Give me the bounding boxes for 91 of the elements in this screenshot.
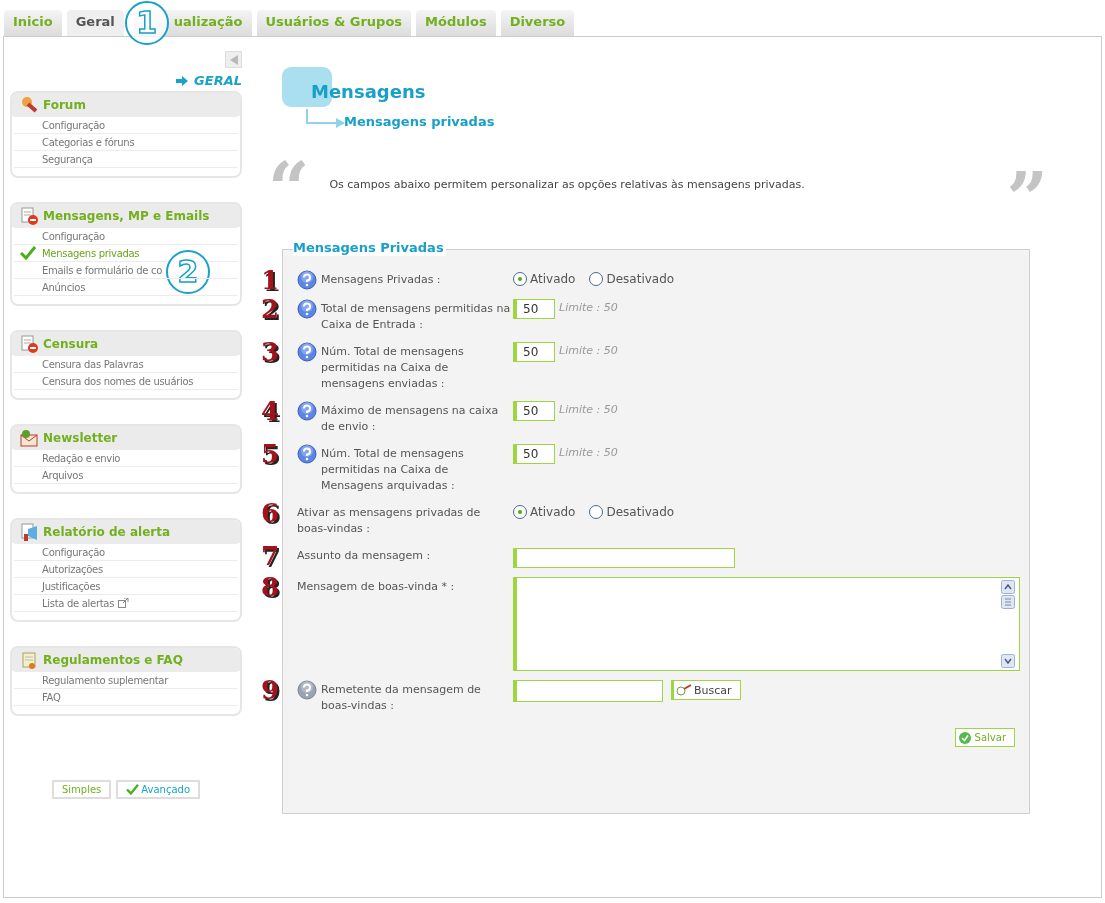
menu-link[interactable]: Censura das Palavras [42,358,144,370]
mode-button[interactable]: Simples [51,780,112,799]
step-number: 2 [261,295,280,323]
radio-button[interactable] [589,272,604,286]
radio-button[interactable] [513,272,527,286]
limit-text: Limite : 50 [559,445,618,459]
right-arrow-icon [176,75,189,86]
quote-mark: “ [268,159,310,209]
document-icon [20,334,38,353]
section-title: Regulamentos e FAQ [43,652,183,667]
menu-link[interactable]: Emails e formulário de co [42,264,162,276]
menu-link[interactable]: Censura dos nomes de usuários [42,375,194,387]
check-icon [20,246,36,260]
menu-link[interactable]: FAQ [42,691,61,703]
step-number: 4 [261,397,280,425]
field-label: Núm. Total de mensagens permitidas na Caixa de mensagens enviadas : [321,344,465,392]
field-label: Máximo de mensagens na caixa de envio : [321,403,500,435]
limit-text: Limite : 50 [559,402,618,416]
field-label: Remetente da mensagem de boas-vindas : [321,682,482,714]
step-number: 7 [261,542,280,570]
section-title: Relatório de alerta [43,524,171,539]
quote-mark: ” [1006,169,1048,219]
menu-link[interactable]: Autorizações [42,563,103,575]
wrench-icon [20,95,38,114]
check-circle-icon [958,731,971,744]
section-title: Mensagens, MP e Emails [43,208,210,223]
check-icon [126,784,140,795]
text-field[interactable] [513,680,663,702]
save-button[interactable]: Salvar [954,728,1015,747]
number-field[interactable]: 50 [513,299,555,319]
menu-link[interactable]: Configuração [42,230,105,242]
radio-button[interactable] [589,505,604,519]
scroll-up-icon [1001,580,1015,594]
option-label: Desativado [606,505,675,519]
tab[interactable]: Geral [66,10,124,36]
collapse-button[interactable] [225,51,242,68]
step-number: 5 [261,440,280,468]
option-label: Desativado [606,272,675,286]
magnifier-icon [676,684,692,696]
search-button[interactable]: Buscar [671,680,741,700]
callout-badge: 2 [166,250,210,294]
menu-link[interactable]: Anúncios [42,281,86,293]
section-title: Censura [43,336,99,351]
menu-link[interactable]: Segurança [42,153,93,165]
step-number: 6 [261,499,280,527]
number-field[interactable]: 50 [513,444,555,464]
number-field[interactable]: 50 [513,401,555,421]
limit-text: Limite : 50 [559,343,618,357]
field-label: Mensagem de boas-vinda * : [297,579,455,595]
breadcrumb-link[interactable]: GERAL [194,73,242,88]
document-icon [20,206,38,225]
field-label: Núm. Total de mensagens permitidas na Caixa de Mensagens arquivadas : [321,446,465,494]
megaphone-icon [20,522,38,541]
envelope-icon [20,428,38,447]
menu-link[interactable]: Lista de alertas [42,597,115,609]
mode-button[interactable]: Avançado [116,780,201,799]
step-number: 9 [261,676,280,704]
text-field[interactable] [513,548,735,568]
step-number: 1 [261,266,280,294]
page-title: Mensagens [282,67,426,107]
field-label: Ativar as mensagens privadas de boas-vindas : [297,505,482,537]
limit-text: Limite : 50 [559,300,618,314]
menu-link[interactable]: Configuração [42,119,105,131]
connector-arrow-icon [306,109,346,131]
section-title: Forum [43,97,86,112]
field-label: Assunto da mensagem : [297,548,431,564]
menu-link[interactable]: Configuração [42,546,105,558]
menu-link[interactable]: Regulamento suplementar [42,674,168,686]
text-area[interactable] [513,577,1020,671]
radio-button[interactable] [513,505,527,519]
option-label: Ativado [530,272,576,286]
intro-text: Os campos abaixo permitem personalizar as opções relativas às mensagens privadas. [329,177,806,191]
callout-badge: 1 [124,1,169,45]
field-label: Mensagens Privadas : [321,272,441,288]
field-label: Total de mensagens permitidas na Caixa de Entrada : [321,301,512,333]
menu-link[interactable]: Arquivos [42,469,84,481]
menu-link[interactable]: Categorias e fóruns [42,136,135,148]
menu-link[interactable]: Redação e envio [42,452,121,464]
scroll-icon [20,650,38,669]
scroll-thumb-icon [1001,595,1015,609]
scroll-down-icon [1001,654,1015,668]
step-number: 3 [261,338,280,366]
step-number: 8 [261,573,280,601]
menu-link[interactable]: Mensagens privadas [42,247,140,259]
number-field[interactable]: 50 [513,342,555,362]
left-arrow-icon [228,53,239,66]
form-legend: Mensagens Privadas [293,240,446,256]
page-subtitle: Mensagens privadas [344,113,495,129]
menu-link[interactable]: Justificações [42,580,101,592]
option-label: Ativado [530,505,576,519]
section-title: Newsletter [43,430,118,445]
